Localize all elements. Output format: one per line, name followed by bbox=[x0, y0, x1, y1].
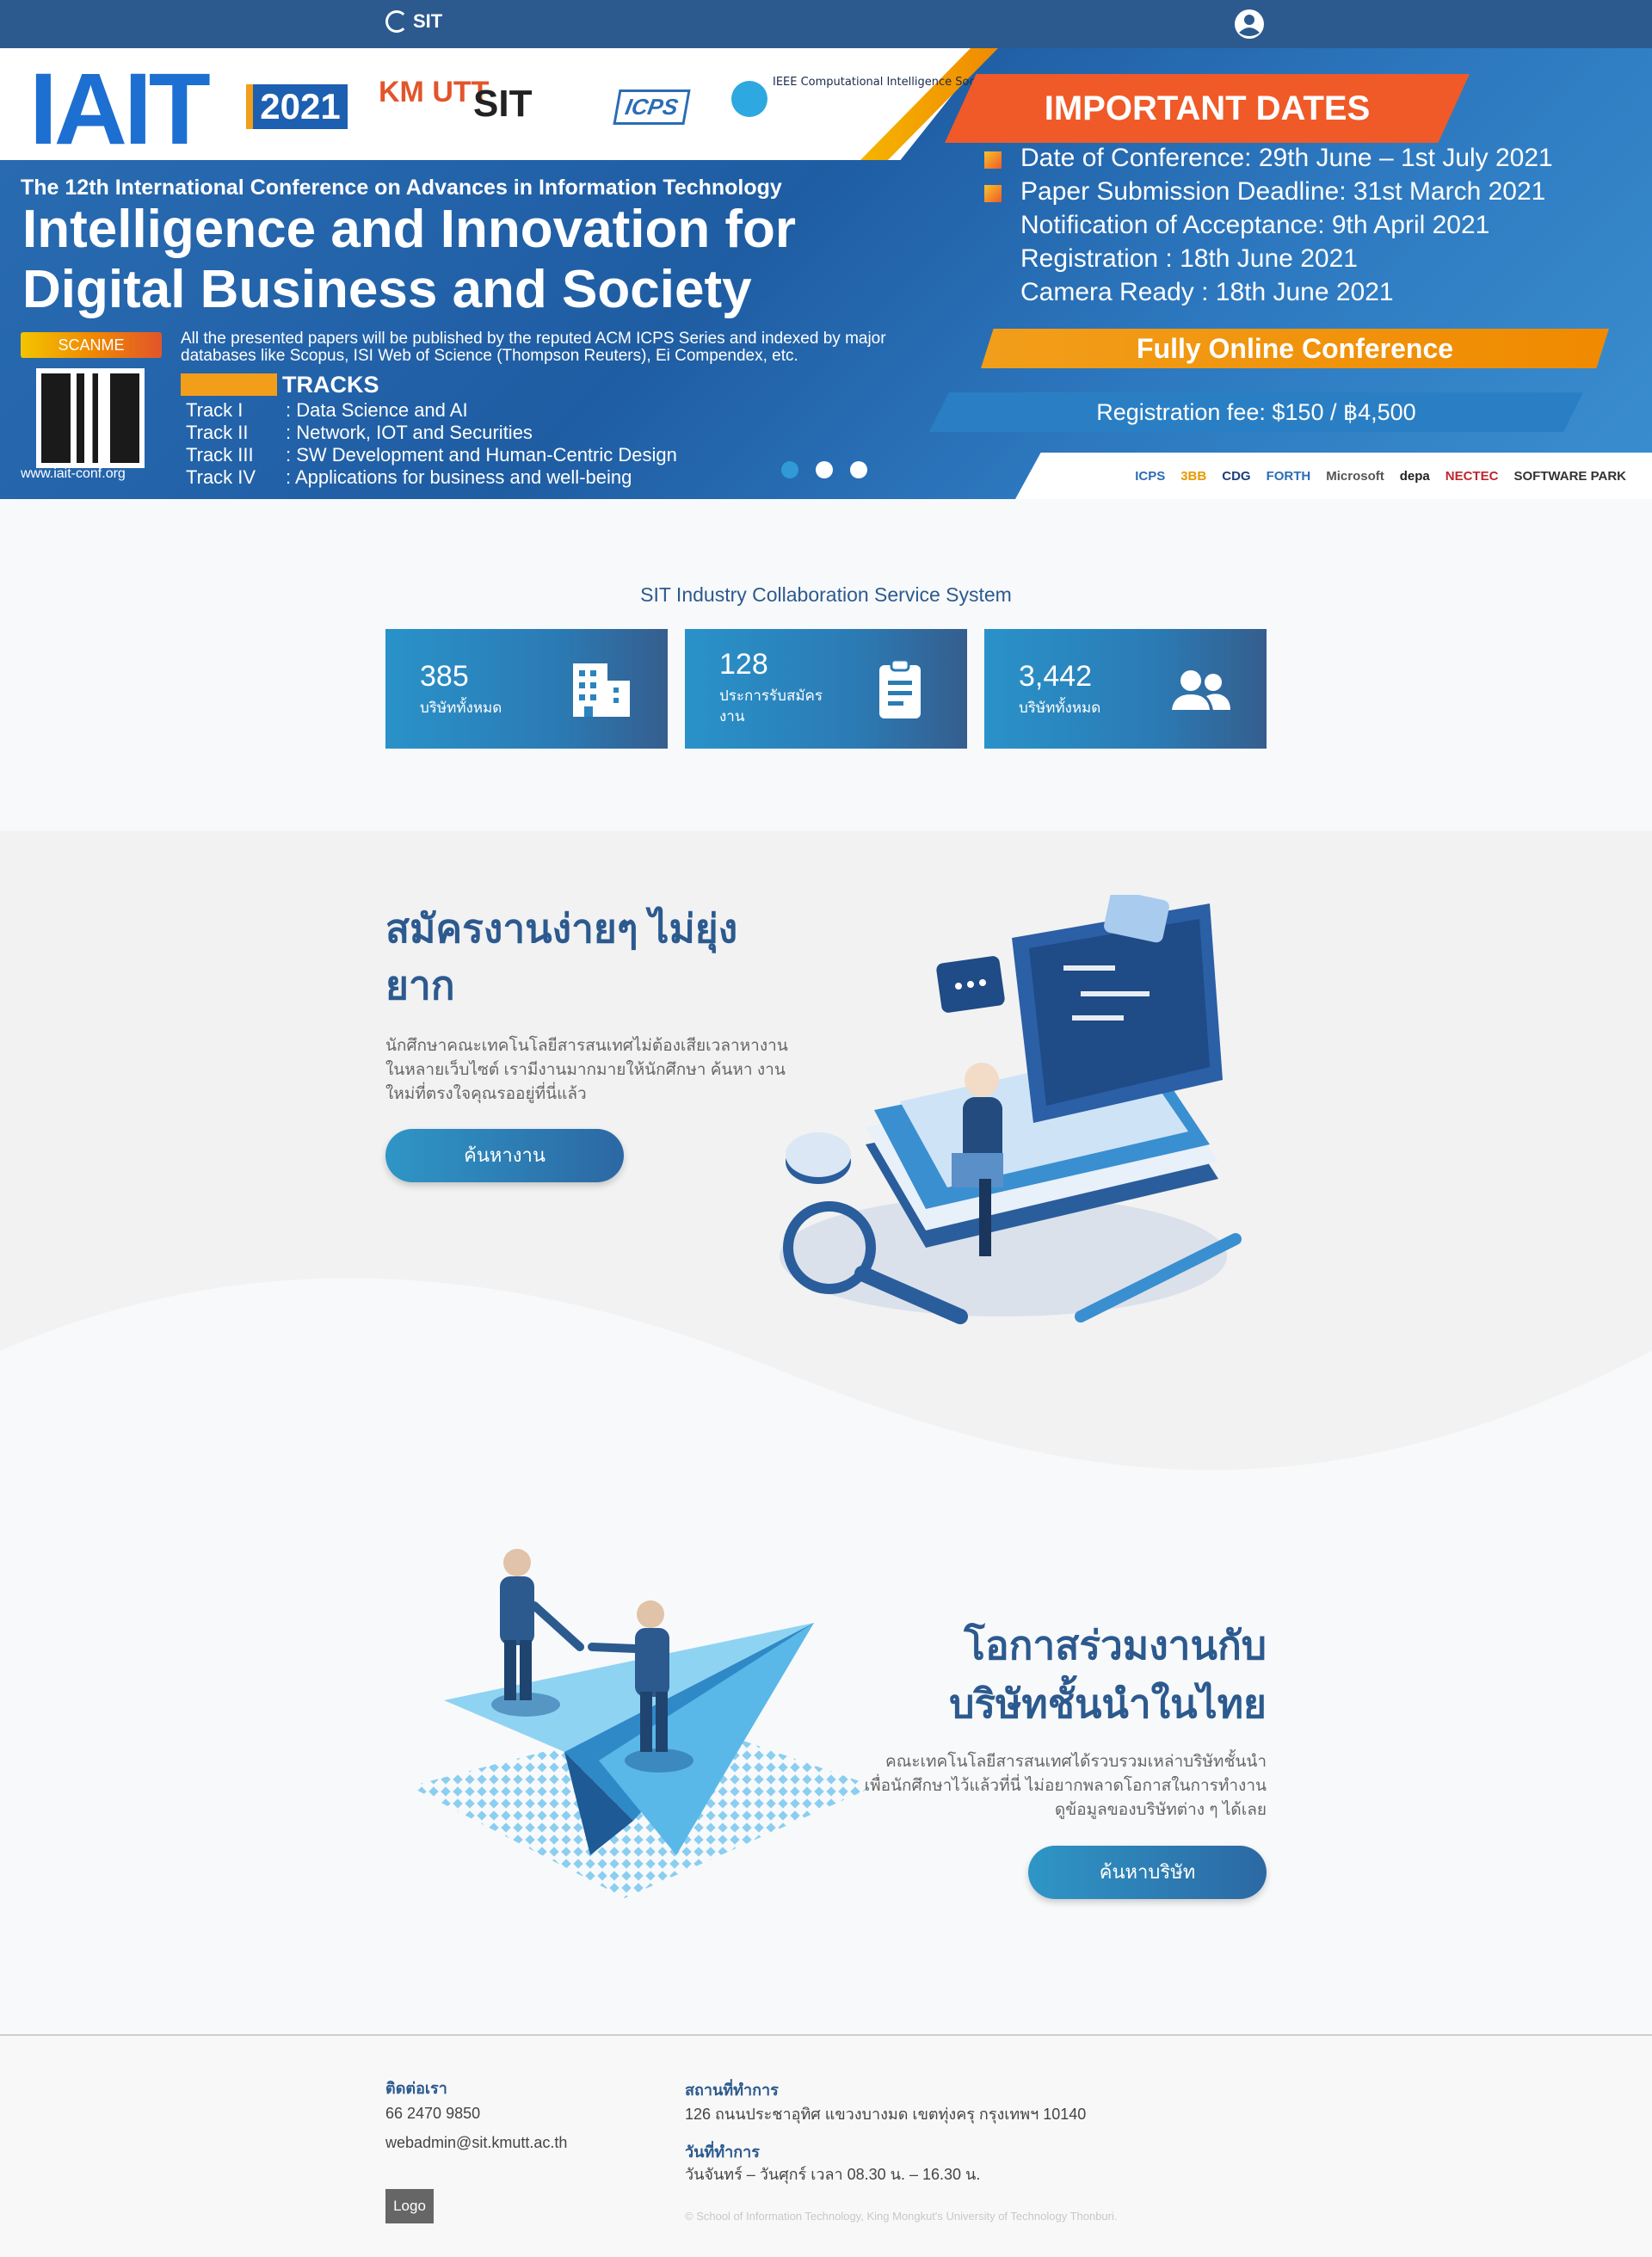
sponsor-strip: ICPS 3BB CDG FORTH Microsoft depa NECTEC… bbox=[1015, 453, 1652, 499]
track-item: Track II: Network, IOT and Securities bbox=[186, 422, 533, 443]
track-list: Track I: Data Science and AI Track II: N… bbox=[186, 399, 677, 489]
sponsor-logo: 3BB bbox=[1180, 468, 1207, 484]
important-dates-header: IMPORTANT DATES bbox=[945, 74, 1470, 143]
top-navbar: SIT bbox=[0, 0, 1652, 48]
track-item: Track III: SW Development and Human-Cent… bbox=[186, 444, 677, 466]
tracks-accent-bar bbox=[181, 373, 277, 396]
publish-note: All the presented papers will be publish… bbox=[181, 330, 886, 365]
footer-logo[interactable]: Logo bbox=[385, 2189, 434, 2223]
stat-value: 385 bbox=[420, 660, 469, 693]
footer-hours-label: วันที่ทำการ bbox=[685, 2143, 760, 2161]
footer-email[interactable]: webadmin@sit.kmutt.ac.th bbox=[385, 2134, 567, 2152]
sit-partner-logo: SIT bbox=[473, 83, 533, 125]
stats-title: SIT Industry Collaboration Service Syste… bbox=[640, 583, 1012, 606]
date-item: Camera Ready : 18th June 2021 bbox=[1020, 278, 1394, 306]
users-icon bbox=[1172, 670, 1230, 710]
carousel-dot-1[interactable] bbox=[781, 461, 798, 478]
footer bbox=[0, 2034, 1652, 2257]
stat-value: 3,442 bbox=[1019, 660, 1093, 693]
date-item: Date of Conference: 29th June – 1st July… bbox=[984, 141, 1553, 175]
handshake-paper-plane-illustration bbox=[410, 1549, 874, 1898]
search-companies-button[interactable]: ค้นหาบริษัท bbox=[1028, 1846, 1267, 1899]
carousel-dot-3[interactable] bbox=[850, 461, 867, 478]
search-jobs-button[interactable]: ค้นหางาน bbox=[385, 1129, 624, 1182]
footer-address-label: สถานที่ทำการ bbox=[685, 2081, 779, 2099]
important-dates-list: Date of Conference: 29th June – 1st July… bbox=[984, 141, 1553, 309]
footer-address: 126 ถนนประชาอุทิศ แขวงบางมด เขตทุ่งครุ ก… bbox=[685, 2106, 1087, 2123]
iait-year: 2021 bbox=[246, 84, 348, 129]
stat-label: ประการรับสมัครงาน bbox=[719, 688, 823, 725]
user-account-icon[interactable] bbox=[1234, 9, 1265, 40]
sit-logo[interactable]: SIT bbox=[385, 10, 442, 33]
sponsor-logo: CDG bbox=[1222, 468, 1251, 484]
scanme-label: SCANME bbox=[21, 332, 162, 358]
date-item: Notification of Acceptance: 9th April 20… bbox=[1020, 211, 1490, 239]
sponsor-logo: FORTH bbox=[1266, 468, 1311, 484]
online-conference-banner: Fully Online Conference bbox=[981, 329, 1609, 368]
sponsor-logo: ICPS bbox=[1135, 468, 1166, 484]
job-section-title: สมัครงานง่ายๆ ไม่ยุ่งยาก bbox=[385, 906, 738, 1008]
laptop-study-illustration bbox=[780, 895, 1242, 1324]
footer-copyright: © School of Information Technology, King… bbox=[685, 2210, 1118, 2223]
sit-swirl-icon bbox=[385, 10, 408, 33]
clipboard-icon bbox=[879, 660, 921, 718]
conference-title: Intelligence and Innovation for Digital … bbox=[22, 200, 797, 319]
track-item: Track I: Data Science and AI bbox=[186, 399, 468, 421]
carousel-dot-2[interactable] bbox=[816, 461, 833, 478]
stat-card-users: 3,442 บริษัททั้งหมด bbox=[984, 629, 1267, 749]
sponsor-logo: depa bbox=[1399, 468, 1430, 484]
track-item: Track IV: Applications for business and … bbox=[186, 466, 632, 488]
tracks-title: TRACKS bbox=[282, 372, 379, 398]
company-section-title: โอกาสร่วมงานกับบริษัทชั้นนำในไทย bbox=[949, 1623, 1267, 1726]
footer-hours: วันจันทร์ – วันศุกร์ เวลา 08.30 น. – 16.… bbox=[685, 2166, 981, 2183]
conference-subtitle: The 12th International Conference on Adv… bbox=[21, 176, 782, 200]
stat-label: บริษัททั้งหมด bbox=[420, 700, 502, 716]
stat-value: 128 bbox=[719, 648, 768, 681]
stat-card-job-postings: 128 ประการรับสมัครงาน bbox=[685, 629, 967, 749]
conference-url: www.iait-conf.org bbox=[21, 466, 126, 481]
registration-fee: Registration fee: $150 / ฿4,500 bbox=[929, 392, 1583, 432]
date-item: Paper Submission Deadline: 31st March 20… bbox=[984, 175, 1553, 208]
iait-logo: IAIT bbox=[29, 52, 211, 166]
sponsor-logo: SOFTWARE PARK bbox=[1513, 468, 1626, 484]
carousel-indicators bbox=[781, 461, 867, 478]
hero-banner-carousel[interactable]: IAIT 2021 KM UTT SIT ICPS IEEE Computati… bbox=[0, 48, 1652, 499]
stat-card-companies: 385 บริษัททั้งหมด bbox=[385, 629, 668, 749]
company-section-description: คณะเทคโนโลยีสารสนเทศได้รวบรวมเหล่าบริษัท… bbox=[864, 1753, 1267, 1819]
icps-logo: ICPS bbox=[613, 89, 691, 125]
job-section-description: นักศึกษาคณะเทคโนโลยีสารสนเทศไม่ต้องเสียเ… bbox=[385, 1037, 788, 1103]
stat-label: บริษัททั้งหมด bbox=[1019, 700, 1101, 716]
building-icon bbox=[573, 663, 630, 717]
footer-contact-label: ติดต่อเรา bbox=[385, 2080, 447, 2097]
date-item: Registration : 18th June 2021 bbox=[1020, 244, 1358, 273]
sponsor-logo: Microsoft bbox=[1326, 468, 1384, 484]
qr-code bbox=[36, 368, 145, 468]
footer-phone[interactable]: 66 2470 9850 bbox=[385, 2105, 480, 2123]
nav-brand: SIT bbox=[413, 10, 443, 32]
sponsor-logo: NECTEC bbox=[1445, 468, 1499, 484]
